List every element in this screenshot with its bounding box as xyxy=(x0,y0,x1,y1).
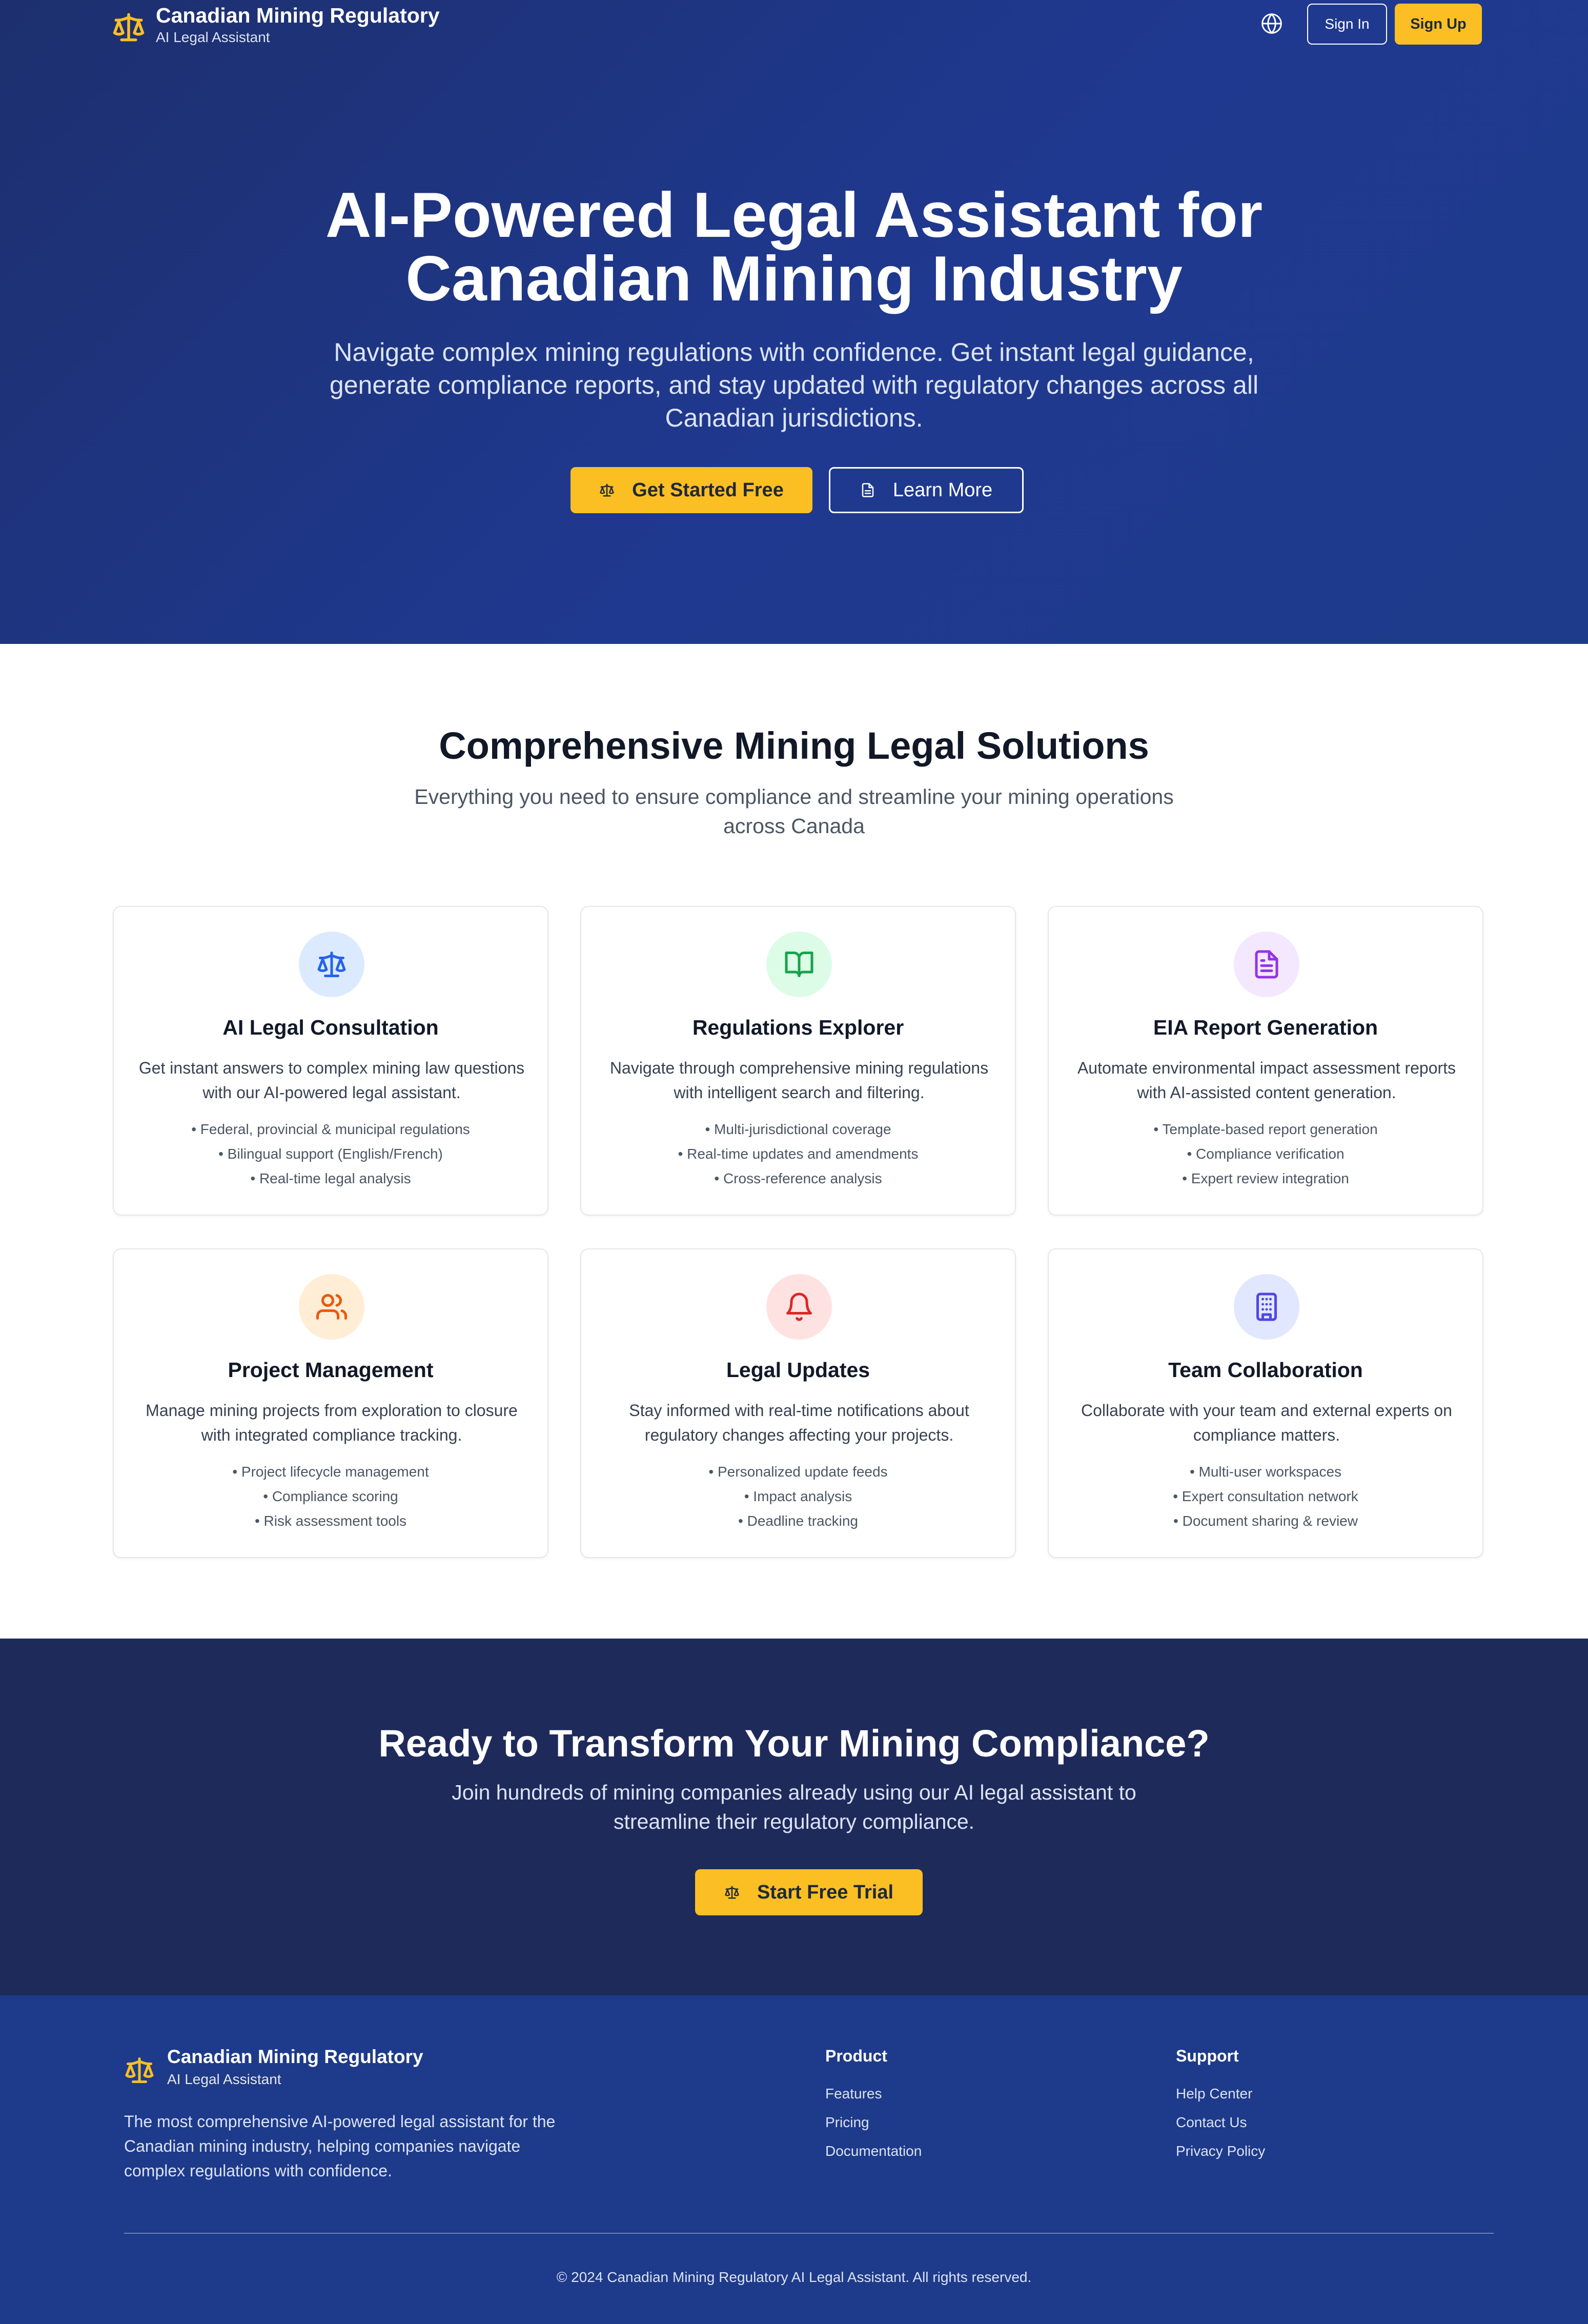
feature-bullet: • Expert review integration xyxy=(1182,1170,1349,1186)
feature-card-eia-report-generation[interactable]: EIA Report Generation Automate environme… xyxy=(1048,906,1483,1216)
feature-bullets: • Template-based report generation • Com… xyxy=(1049,1117,1482,1191)
hero-title-line2: Canadian Mining Industry xyxy=(405,244,1183,314)
feature-card-legal-updates[interactable]: Legal Updates Stay informed with real-ti… xyxy=(580,1248,1016,1558)
feature-icon-wrap xyxy=(766,932,832,997)
globe-icon[interactable] xyxy=(1260,12,1283,35)
feature-bullet: • Real-time updates and amendments xyxy=(678,1146,919,1162)
footer-description: The most comprehensive AI-powered legal … xyxy=(124,2112,556,2180)
feature-bullets: • Multi-user workspaces • Expert consult… xyxy=(1049,1460,1482,1533)
feature-title: Legal Updates xyxy=(726,1358,870,1382)
footer-link-features[interactable]: Features xyxy=(825,2079,922,2108)
feature-title: EIA Report Generation xyxy=(1153,1016,1378,1039)
brand-logo[interactable]: Canadian Mining Regulatory AI Legal Assi… xyxy=(112,3,440,47)
footer-brand-tagline: AI Legal Assistant xyxy=(167,2071,281,2087)
feature-bullet: • Deadline tracking xyxy=(738,1513,858,1529)
users-icon xyxy=(316,1294,347,1320)
feature-title: Team Collaboration xyxy=(1168,1358,1363,1382)
cta-section: Ready to Transform Your Mining Complianc… xyxy=(0,1639,1588,1995)
feature-card-ai-legal-consultation[interactable]: AI Legal Consultation Get instant answer… xyxy=(113,906,548,1216)
footer-link-privacy-policy[interactable]: Privacy Policy xyxy=(1176,2137,1265,2166)
learn-more-label: Learn More xyxy=(892,479,993,501)
feature-icon-wrap xyxy=(1234,1274,1299,1340)
get-started-button[interactable]: Get Started Free xyxy=(571,467,812,513)
feature-card-team-collaboration[interactable]: Team Collaboration Collaborate with your… xyxy=(1048,1248,1483,1558)
brand-name: Canadian Mining Regulatory xyxy=(156,4,440,27)
feature-icon-wrap xyxy=(1234,932,1299,997)
feature-bullets: • Personalized update feeds • Impact ana… xyxy=(581,1460,1015,1533)
scale-icon xyxy=(725,1886,739,1899)
footer-divider xyxy=(124,2233,1494,2234)
scale-icon xyxy=(125,2057,154,2083)
get-started-label: Get Started Free xyxy=(632,479,784,501)
features-title: Comprehensive Mining Legal Solutions xyxy=(439,724,1149,767)
feature-description: Stay informed with real-time notificatio… xyxy=(629,1401,969,1444)
feature-bullet: • Project lifecycle management xyxy=(232,1464,429,1480)
feature-bullet: • Template-based report generation xyxy=(1153,1121,1378,1137)
hero-section: Canadian Mining Regulatory AI Legal Assi… xyxy=(0,0,1588,644)
feature-bullet: • Multi-jurisdictional coverage xyxy=(705,1121,891,1137)
feature-icon-wrap xyxy=(299,932,364,997)
learn-more-button[interactable]: Learn More xyxy=(829,467,1024,513)
feature-bullet: • Compliance scoring xyxy=(263,1488,398,1504)
feature-bullet: • Compliance verification xyxy=(1187,1146,1345,1162)
footer-product-heading: Product xyxy=(825,2047,887,2065)
feature-title: Regulations Explorer xyxy=(692,1016,904,1039)
features-subtitle: Everything you need to ensure compliance… xyxy=(414,785,1174,838)
scale-icon xyxy=(317,952,346,977)
start-free-trial-label: Start Free Trial xyxy=(757,1881,894,1903)
feature-bullet: • Expert consultation network xyxy=(1173,1488,1358,1504)
feature-bullet: • Multi-user workspaces xyxy=(1189,1464,1342,1480)
feature-description: Manage mining projects from exploration … xyxy=(146,1401,518,1444)
hero-title-line1: AI-Powered Legal Assistant for xyxy=(325,180,1263,251)
cta-subtitle: Join hundreds of mining companies alread… xyxy=(452,1781,1136,1833)
hero-title: AI-Powered Legal Assistant for Canadian … xyxy=(154,184,1434,311)
footer-link-pricing[interactable]: Pricing xyxy=(825,2108,922,2137)
feature-bullet: • Bilingual support (English/French) xyxy=(218,1146,443,1162)
feature-title: AI Legal Consultation xyxy=(222,1016,439,1039)
feature-title: Project Management xyxy=(228,1358,434,1382)
footer-copyright: © 2024 Canadian Mining Regulatory AI Leg… xyxy=(556,2269,1032,2285)
feature-bullet: • Risk assessment tools xyxy=(254,1513,407,1529)
feature-bullet: • Real-time legal analysis xyxy=(250,1170,411,1186)
feature-bullet: • Document sharing & review xyxy=(1173,1513,1358,1529)
feature-bullets: • Project lifecycle management • Complia… xyxy=(114,1460,547,1533)
sign-up-button[interactable]: Sign Up xyxy=(1395,4,1482,45)
book-open-icon xyxy=(785,952,813,977)
footer-brand-name: Canadian Mining Regulatory xyxy=(167,2046,423,2067)
feature-bullets: • Multi-jurisdictional coverage • Real-t… xyxy=(581,1117,1015,1191)
scale-icon xyxy=(113,13,145,42)
feature-description: Automate environmental impact assessment… xyxy=(1077,1059,1456,1102)
scale-icon xyxy=(600,483,614,497)
feature-bullet: • Personalized update feeds xyxy=(708,1464,888,1480)
feature-bullet: • Federal, provincial & municipal regula… xyxy=(191,1121,470,1137)
footer: Canadian Mining Regulatory AI Legal Assi… xyxy=(0,1995,1588,2324)
feature-icon-wrap xyxy=(299,1274,364,1340)
sign-in-button[interactable]: Sign In xyxy=(1307,4,1387,45)
brand-tagline: AI Legal Assistant xyxy=(156,29,270,45)
footer-link-help-center[interactable]: Help Center xyxy=(1176,2079,1265,2108)
feature-bullet: • Cross-reference analysis xyxy=(714,1170,882,1186)
footer-support-column: Support Help Center Contact Us Privacy P… xyxy=(1176,2046,1265,2166)
top-navbar: Canadian Mining Regulatory AI Legal Assi… xyxy=(0,0,1588,51)
feature-card-regulations-explorer[interactable]: Regulations Explorer Navigate through co… xyxy=(580,906,1016,1216)
footer-link-contact-us[interactable]: Contact Us xyxy=(1176,2108,1265,2137)
feature-description: Navigate through comprehensive mining re… xyxy=(609,1059,989,1102)
file-text-icon xyxy=(1255,950,1278,979)
file-text-icon xyxy=(862,483,874,497)
hero-subtitle: Navigate complex mining regulations with… xyxy=(329,338,1259,432)
feature-card-project-management[interactable]: Project Management Manage mining project… xyxy=(113,1248,548,1558)
feature-description: Get instant answers to complex mining la… xyxy=(138,1059,525,1102)
cta-title: Ready to Transform Your Mining Complianc… xyxy=(378,1722,1210,1765)
feature-description: Collaborate with your team and external … xyxy=(1081,1401,1452,1444)
building-icon xyxy=(1256,1292,1277,1321)
feature-bullet: • Impact analysis xyxy=(744,1488,852,1504)
footer-link-documentation[interactable]: Documentation xyxy=(825,2137,922,2166)
start-free-trial-button[interactable]: Start Free Trial xyxy=(695,1869,923,1915)
footer-brand[interactable]: Canadian Mining Regulatory AI Legal Assi… xyxy=(124,2045,423,2090)
feature-icon-wrap xyxy=(766,1274,832,1340)
bell-icon xyxy=(786,1292,812,1321)
footer-support-heading: Support xyxy=(1176,2047,1239,2065)
feature-bullets: • Federal, provincial & municipal regula… xyxy=(114,1117,547,1191)
footer-product-column: Product Features Pricing Documentation xyxy=(825,2046,922,2166)
